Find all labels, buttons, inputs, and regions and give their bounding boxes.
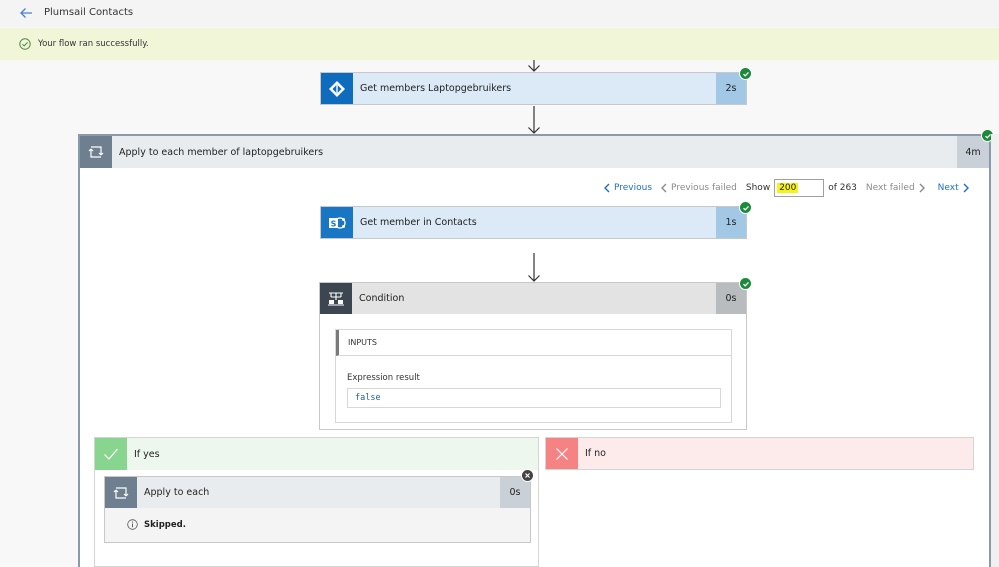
next-button[interactable]: Next: [938, 183, 970, 193]
expression-value: false: [347, 388, 721, 408]
check-circle-icon: [19, 38, 31, 50]
previous-failed-button[interactable]: Previous failed: [660, 183, 737, 193]
loop-icon: [105, 477, 137, 508]
success-check-icon: [739, 201, 752, 214]
action-title: Get members Laptopgebruikers: [353, 73, 716, 104]
header-bar: Plumsail Contacts: [0, 0, 999, 27]
inner-loop-header[interactable]: Apply to each 0s: [105, 477, 530, 508]
connector-arrow: [527, 60, 541, 72]
chevron-left-icon: [604, 183, 610, 193]
connector-arrow: [527, 106, 541, 134]
inputs-panel: INPUTS Expression result false: [335, 329, 732, 423]
check-icon: [95, 438, 127, 470]
iteration-total: of 263: [828, 183, 857, 193]
iteration-pager: Previous Previous failed Show 200 of 263…: [603, 179, 970, 197]
if-yes-title: If yes: [134, 448, 160, 460]
success-check-icon: [739, 277, 752, 290]
next-label: Next: [937, 183, 959, 193]
chevron-left-icon: [661, 183, 667, 193]
sharepoint-icon: S: [321, 207, 353, 238]
next-failed-label: Next failed: [865, 183, 915, 193]
info-icon: [127, 519, 138, 530]
inputs-header[interactable]: INPUTS: [336, 330, 731, 356]
iteration-input[interactable]: 200: [774, 179, 825, 197]
expression-label: Expression result: [347, 373, 420, 383]
loop-title: Apply to each member of laptopgebruikers: [119, 146, 324, 158]
action-get-member-contacts[interactable]: S Get member in Contacts 1s: [320, 206, 747, 239]
iteration-value: 200: [777, 183, 799, 193]
svg-text:S: S: [331, 219, 337, 228]
flow-title: Plumsail Contacts: [44, 7, 134, 18]
banner-message: Your flow ran successfully.: [38, 39, 149, 49]
scrollbar-track[interactable]: [991, 134, 999, 567]
chevron-right-icon: [963, 183, 969, 193]
loop-icon: [80, 136, 112, 168]
previous-failed-label: Previous failed: [671, 183, 737, 193]
show-label: Show: [745, 183, 771, 193]
skipped-status-icon: [521, 469, 534, 482]
previous-label: Previous: [614, 183, 653, 193]
success-banner: Your flow ran successfully.: [0, 28, 999, 60]
arrow-left-icon[interactable]: [18, 5, 34, 21]
close-icon: [546, 438, 578, 469]
action-get-members[interactable]: Get members Laptopgebruikers 2s: [320, 72, 747, 105]
action-apply-to-each-skipped[interactable]: Apply to each 0s Skipped.: [104, 476, 531, 543]
skipped-message: Skipped.: [127, 519, 186, 530]
action-title: Condition: [352, 283, 716, 314]
branch-if-yes: If yes Apply to each 0s Skipped.: [94, 437, 539, 567]
loop-header[interactable]: Apply to each member of laptopgebruikers…: [80, 136, 989, 168]
next-failed-button[interactable]: Next failed: [866, 183, 926, 193]
skipped-text: Skipped.: [144, 519, 186, 530]
action-title: Get member in Contacts: [353, 207, 716, 238]
condition-details: INPUTS Expression result false: [319, 314, 747, 430]
success-check-icon: [739, 67, 752, 80]
branch-if-no[interactable]: If no: [545, 437, 974, 470]
action-condition[interactable]: Condition 0s: [319, 282, 747, 315]
connector-arrow: [527, 253, 541, 282]
condition-icon: [320, 283, 352, 314]
previous-button[interactable]: Previous: [603, 183, 652, 193]
if-no-title: If no: [585, 448, 606, 459]
if-yes-header[interactable]: If yes: [95, 438, 538, 470]
azure-ad-icon: [321, 73, 353, 104]
chevron-right-icon: [919, 183, 925, 193]
inner-loop-title: Apply to each: [144, 487, 210, 498]
